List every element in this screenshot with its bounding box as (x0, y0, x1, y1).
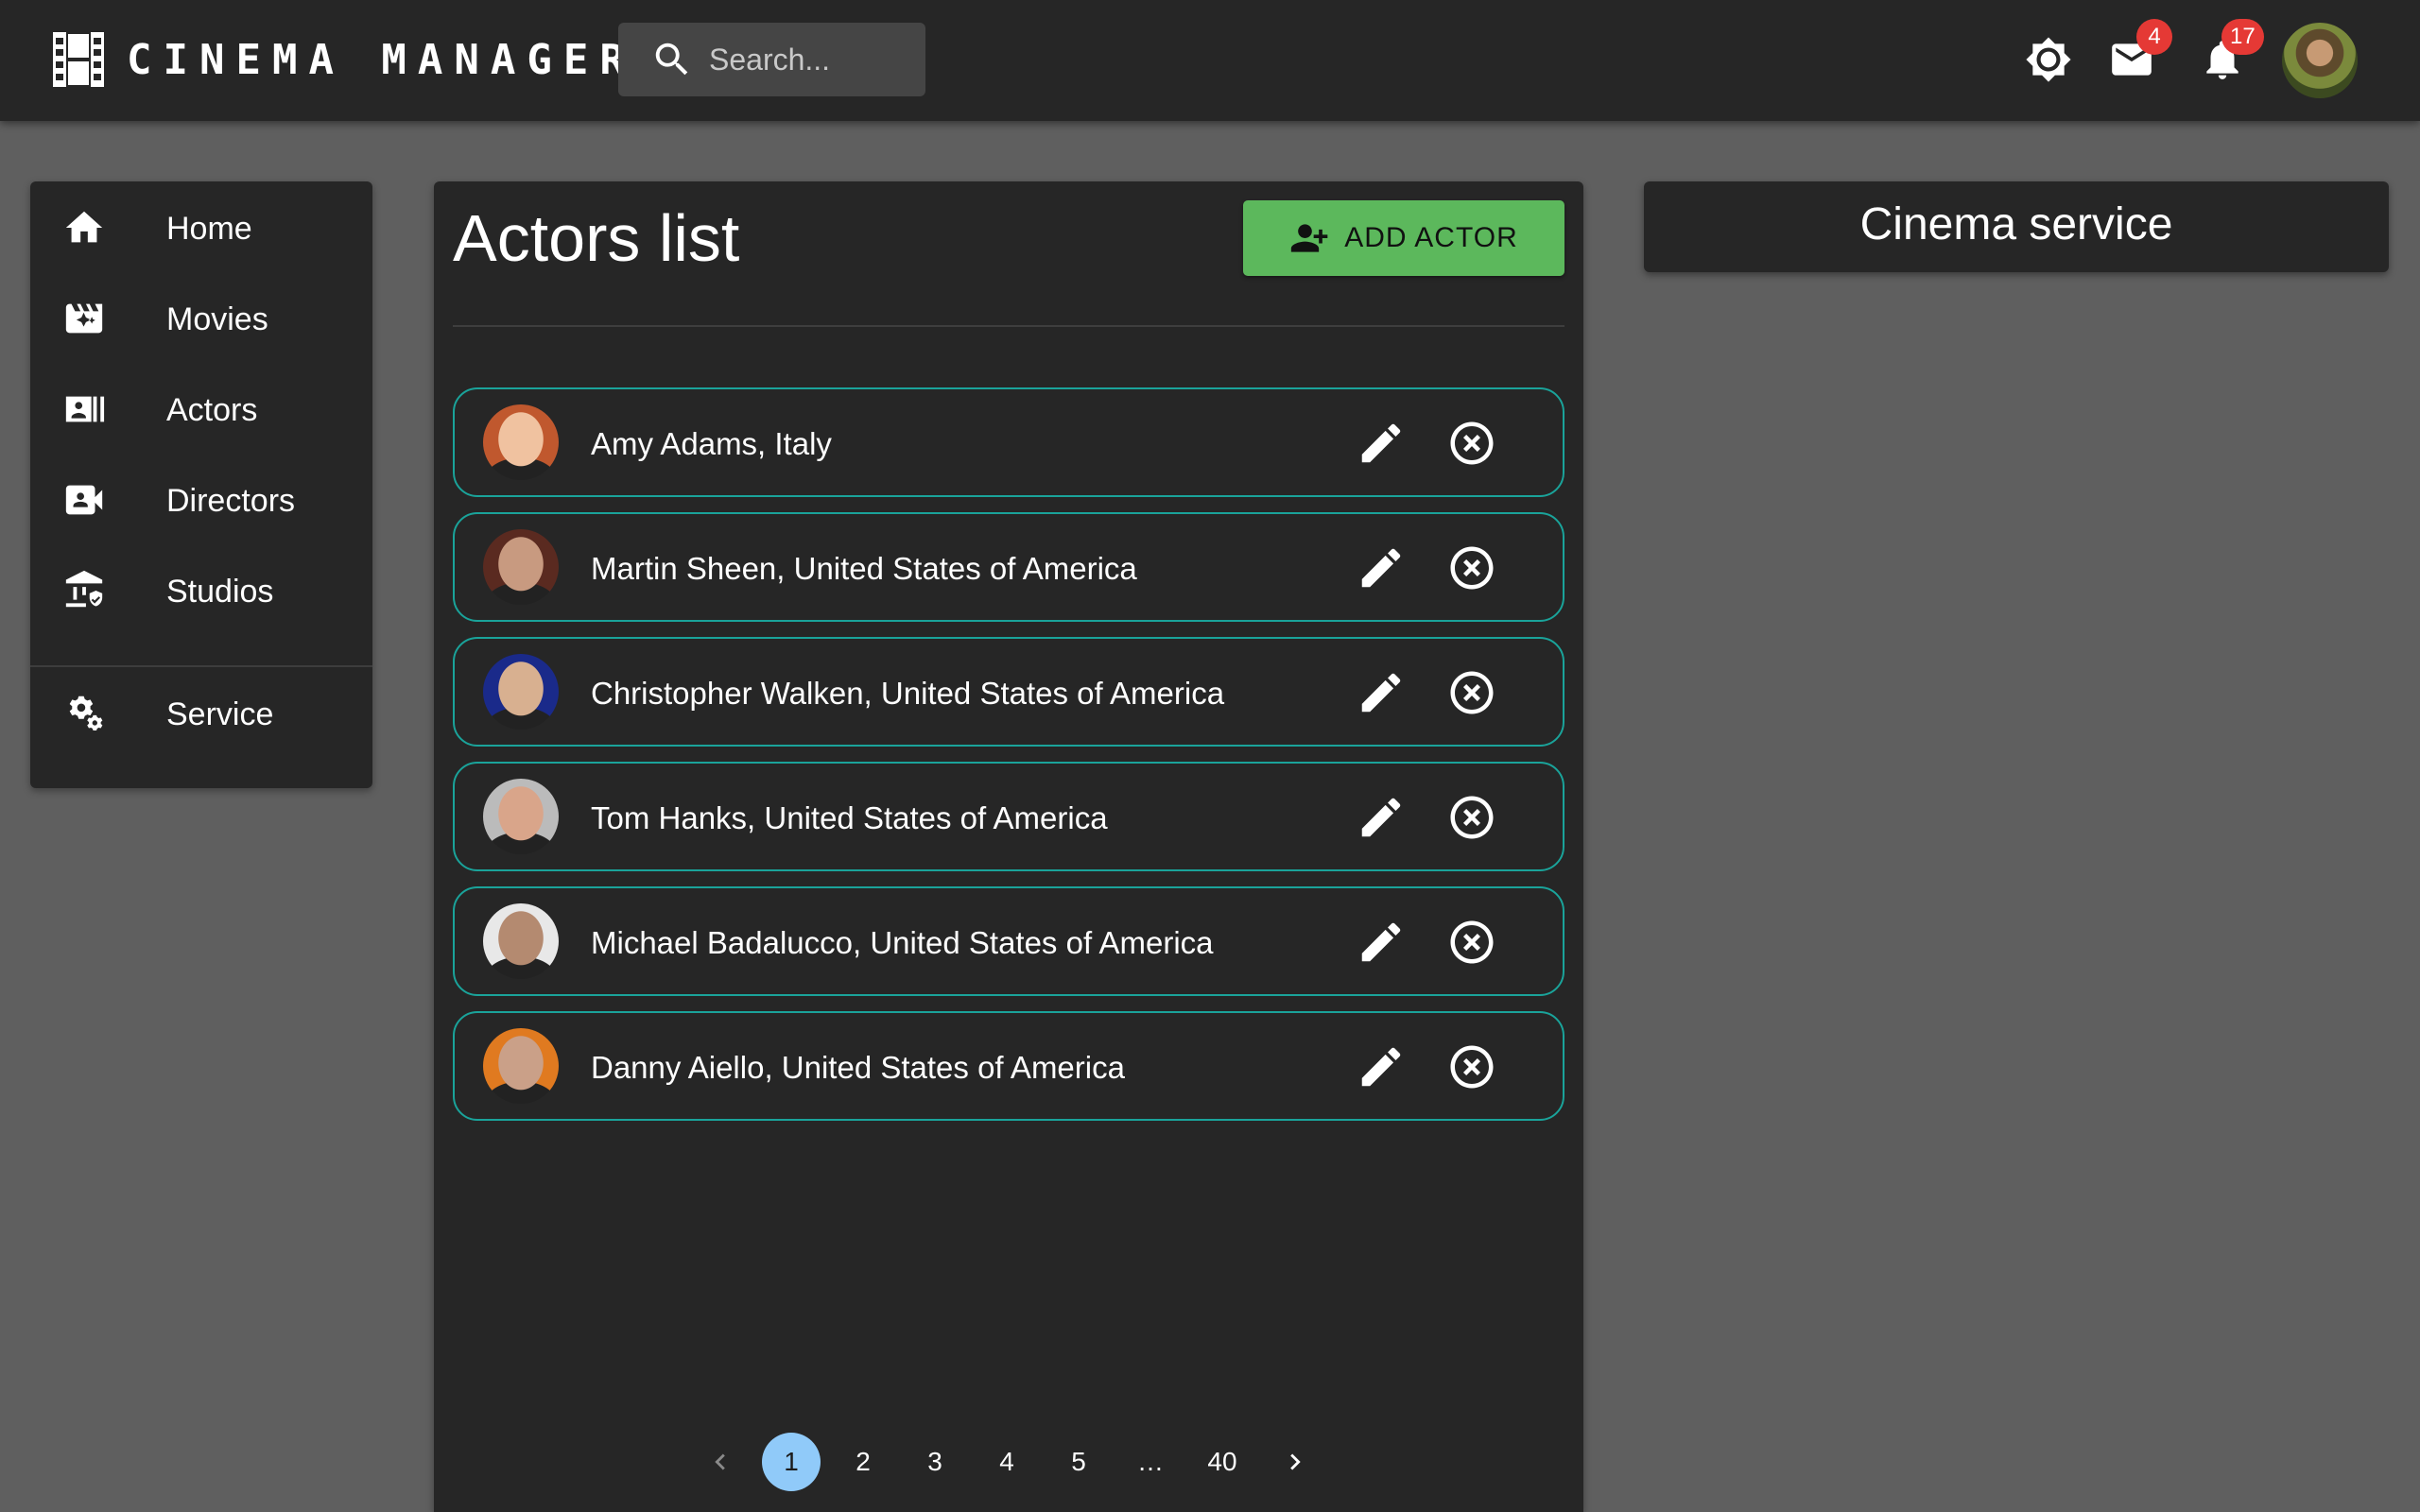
actors-panel: Actors list ADD ACTOR Amy Adams, Italy M… (434, 181, 1583, 1512)
pencil-icon (1361, 798, 1401, 837)
cancel-circle-icon (1450, 671, 1494, 714)
pencil-icon (1361, 423, 1401, 463)
sidebar-item-label: Studios (166, 574, 274, 610)
delete-button[interactable] (1446, 792, 1497, 843)
film-icon (53, 32, 104, 87)
actor-row[interactable]: Martin Sheen, United States of America (453, 512, 1564, 622)
actor-name: Danny Aiello, United States of America (591, 1050, 1125, 1085)
brightness-icon[interactable] (2025, 36, 2072, 83)
top-bar: CINEMA MANAGER 4 17 (0, 0, 2420, 121)
add-actor-button[interactable]: ADD ACTOR (1243, 200, 1564, 276)
sidebar-item-label: Home (166, 211, 252, 247)
actor-name: Christopher Walken, United States of Ame… (591, 676, 1225, 711)
sidebar-item-service[interactable]: Service (30, 667, 372, 758)
actor-name: Amy Adams, Italy (591, 426, 832, 461)
delete-button[interactable] (1446, 542, 1497, 593)
next-page-button[interactable] (1266, 1433, 1324, 1491)
service-icon (69, 696, 103, 731)
directors-icon (65, 485, 103, 515)
sidebar-item-label: Actors (166, 392, 258, 428)
edit-button[interactable] (1356, 917, 1407, 968)
chevron-left-icon (715, 1453, 725, 1470)
cinema-service-panel: Cinema service (1644, 181, 2389, 272)
actor-name: Tom Hanks, United States of America (591, 800, 1108, 835)
delete-button[interactable] (1446, 917, 1497, 968)
actor-avatar (483, 404, 559, 480)
actor-row[interactable]: Michael Badalucco, United States of Amer… (453, 886, 1564, 996)
add-person-icon (1291, 224, 1328, 252)
pencil-icon (1361, 922, 1401, 962)
actor-row[interactable]: Amy Adams, Italy (453, 387, 1564, 497)
page-title: Actors list (453, 201, 740, 275)
pencil-icon (1361, 673, 1401, 713)
delete-button[interactable] (1446, 667, 1497, 718)
home-icon (65, 211, 103, 243)
sidebar-item-actors[interactable]: Actors (30, 363, 372, 454)
pencil-icon (1361, 548, 1401, 588)
edit-button[interactable] (1356, 418, 1407, 469)
movies-icon (65, 303, 103, 334)
actor-row[interactable]: Tom Hanks, United States of America (453, 762, 1564, 871)
actors-icon (65, 396, 105, 422)
chevron-right-icon (1290, 1453, 1301, 1470)
actor-avatar (483, 529, 559, 605)
cancel-circle-icon (1450, 796, 1494, 839)
sidebar-item-label: Service (166, 696, 274, 732)
sidebar-item-directors[interactable]: Directors (30, 454, 372, 544)
actor-avatar (483, 779, 559, 854)
cancel-circle-icon (1450, 421, 1494, 465)
actor-name: Martin Sheen, United States of America (591, 551, 1137, 586)
app-title: CINEMA MANAGER (127, 36, 636, 84)
actor-row[interactable]: Christopher Walken, United States of Ame… (453, 637, 1564, 747)
edit-button[interactable] (1356, 1041, 1407, 1092)
studios-icon (65, 570, 103, 608)
page-button-last[interactable]: 40 (1193, 1433, 1252, 1491)
search-icon (655, 43, 688, 76)
edit-button[interactable] (1356, 667, 1407, 718)
add-actor-label: ADD ACTOR (1344, 222, 1518, 253)
title-divider (453, 325, 1564, 327)
sidebar-item-home[interactable]: Home (30, 181, 372, 272)
page-button-4[interactable]: 4 (977, 1433, 1036, 1491)
search-input[interactable] (709, 42, 908, 77)
pagination-ellipsis: … (1137, 1447, 1164, 1476)
sidebar-item-movies[interactable]: Movies (30, 272, 372, 363)
cancel-circle-icon (1450, 1045, 1494, 1089)
user-avatar[interactable] (2282, 23, 2358, 98)
actor-row[interactable]: Danny Aiello, United States of America (453, 1011, 1564, 1121)
actor-name: Michael Badalucco, United States of Amer… (591, 925, 1214, 960)
sidebar-item-studios[interactable]: Studios (30, 544, 372, 635)
sidebar: Home Movies Actors Directors Studios Ser… (30, 181, 372, 788)
edit-button[interactable] (1356, 542, 1407, 593)
cancel-circle-icon (1450, 920, 1494, 964)
search-box[interactable] (618, 23, 925, 96)
mail-badge: 4 (2136, 19, 2172, 55)
pagination: 1 2 3 4 5 … 40 (434, 1429, 1583, 1495)
service-panel-title: Cinema service (1859, 199, 2173, 249)
delete-button[interactable] (1446, 418, 1497, 469)
delete-button[interactable] (1446, 1041, 1497, 1092)
sidebar-item-label: Directors (166, 483, 296, 519)
page-button-2[interactable]: 2 (834, 1433, 892, 1491)
actor-avatar (483, 1028, 559, 1104)
previous-page-button[interactable] (691, 1433, 750, 1491)
sidebar-item-label: Movies (166, 301, 268, 337)
page-button-1[interactable]: 1 (762, 1433, 821, 1491)
page-button-5[interactable]: 5 (1049, 1433, 1108, 1491)
pencil-icon (1361, 1047, 1401, 1087)
notifications-badge: 17 (2221, 19, 2264, 55)
actor-avatar (483, 903, 559, 979)
cancel-circle-icon (1450, 546, 1494, 590)
page-button-3[interactable]: 3 (906, 1433, 964, 1491)
edit-button[interactable] (1356, 792, 1407, 843)
actor-avatar (483, 654, 559, 730)
